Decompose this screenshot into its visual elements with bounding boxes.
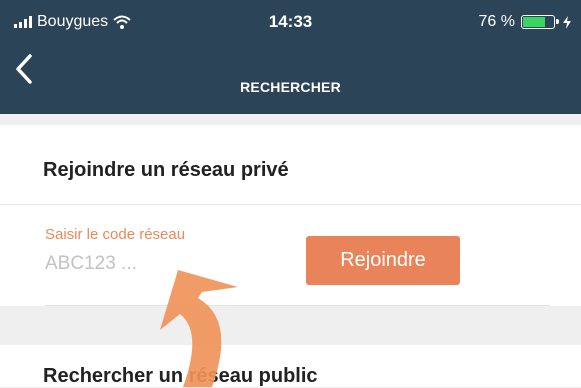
network-code-label: Saisir le code réseau [45,226,186,243]
network-code-input[interactable] [45,250,275,278]
divider [0,204,581,205]
join-button[interactable]: Rejoindre [306,236,460,285]
battery-percent: 76 % [478,13,515,30]
battery-icon [521,15,559,29]
input-underline [45,305,550,306]
page-title: RECHERCHER [240,79,341,95]
status-bar: Bouygues 14:33 76 % [0,0,581,40]
private-network-section: Rejoindre un réseau privé Saisir le code… [0,125,581,306]
bolt-icon [563,15,571,29]
battery-group: 76 % [479,13,571,31]
public-network-title: Rechercher un réseau public [43,365,318,387]
private-network-title: Rejoindre un réseau privé [43,159,289,181]
public-network-section[interactable]: Rechercher un réseau public [0,345,581,387]
app-header: Bouygues 14:33 76 % RECHERCHER [0,0,581,114]
nav-bar: RECHERCHER [0,40,581,114]
